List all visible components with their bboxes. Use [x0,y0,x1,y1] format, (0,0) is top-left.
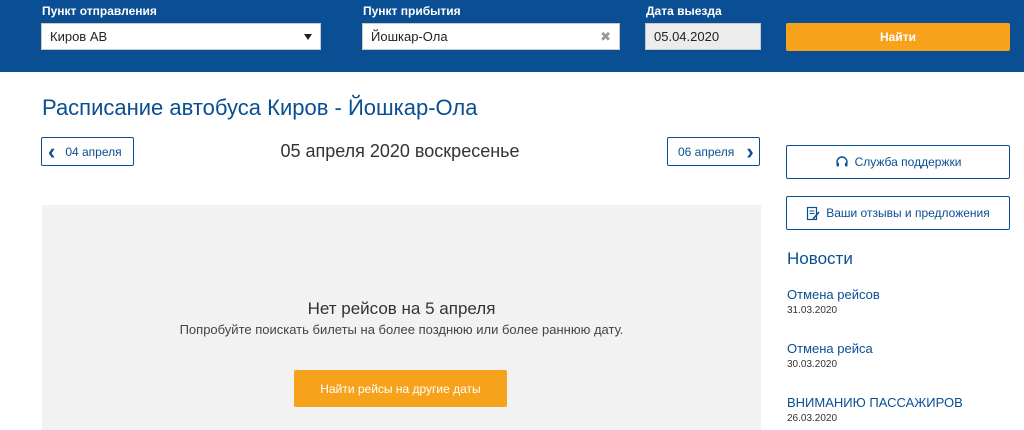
page-title: Расписание автобуса Киров - Йошкар-Ола [42,95,478,120]
departure-select[interactable]: Киров АВ [41,23,321,50]
no-trips-message: Нет рейсов на 5 апреля [307,299,496,318]
news-link[interactable]: Отмена рейса [787,341,873,356]
date-label: Дата выезда [646,4,722,18]
news-item: Отмена рейса 30.03.2020 [787,341,873,370]
news-date: 31.03.2020 [787,305,838,316]
next-date-label: 06 апреля [678,144,735,159]
prev-date-label: 04 апреля [65,144,122,159]
chevron-right-icon: › [746,138,754,164]
date-value: 05.04.2020 [654,29,720,44]
news-link[interactable]: ВНИМАНИЮ ПАССАЖИРОВ [787,395,963,410]
caret-down-icon [304,33,312,40]
departure-value: Киров АВ [50,29,108,44]
arrival-value: Йошкар-Ола [371,29,448,44]
support-button[interactable]: Служба поддержки [786,145,1010,179]
prev-date-button[interactable]: ‹ 04 апреля [41,137,134,166]
arrival-input[interactable]: Йошкар-Ола ✖ [362,23,620,50]
news-item: ВНИМАНИЮ ПАССАЖИРОВ 26.03.2020 [787,395,963,424]
chevron-left-icon: ‹ [48,138,56,164]
feedback-label: Ваши отзывы и предложения [826,206,990,220]
arrival-label: Пункт прибытия [363,4,461,18]
departure-label: Пункт отправления [42,4,157,18]
news-date: 26.03.2020 [787,413,838,424]
feedback-button[interactable]: Ваши отзывы и предложения [786,196,1010,230]
no-trips-hint: Попробуйте поискать билеты на более позд… [179,322,624,337]
current-date: 05 апреля 2020 воскресенье [280,141,520,161]
news-link[interactable]: Отмена рейсов [787,287,880,302]
next-date-button[interactable]: 06 апреля › [667,137,760,166]
support-label: Служба поддержки [854,155,962,169]
headset-icon [835,156,848,167]
news-heading: Новости [787,249,853,268]
news-date: 30.03.2020 [787,359,838,370]
results-panel: Нет рейсов на 5 апреля Попробуйте поиска… [42,205,761,430]
find-button[interactable]: Найти [786,23,1010,51]
news-item: Отмена рейсов 31.03.2020 [787,287,880,316]
other-dates-button[interactable]: Найти рейсы на другие даты [294,370,507,407]
feedback-icon [807,206,820,220]
close-icon[interactable]: ✖ [600,29,611,45]
search-bar: Пункт отправления Киров АВ Пункт прибыти… [0,0,1024,72]
date-input[interactable]: 05.04.2020 [645,23,761,50]
